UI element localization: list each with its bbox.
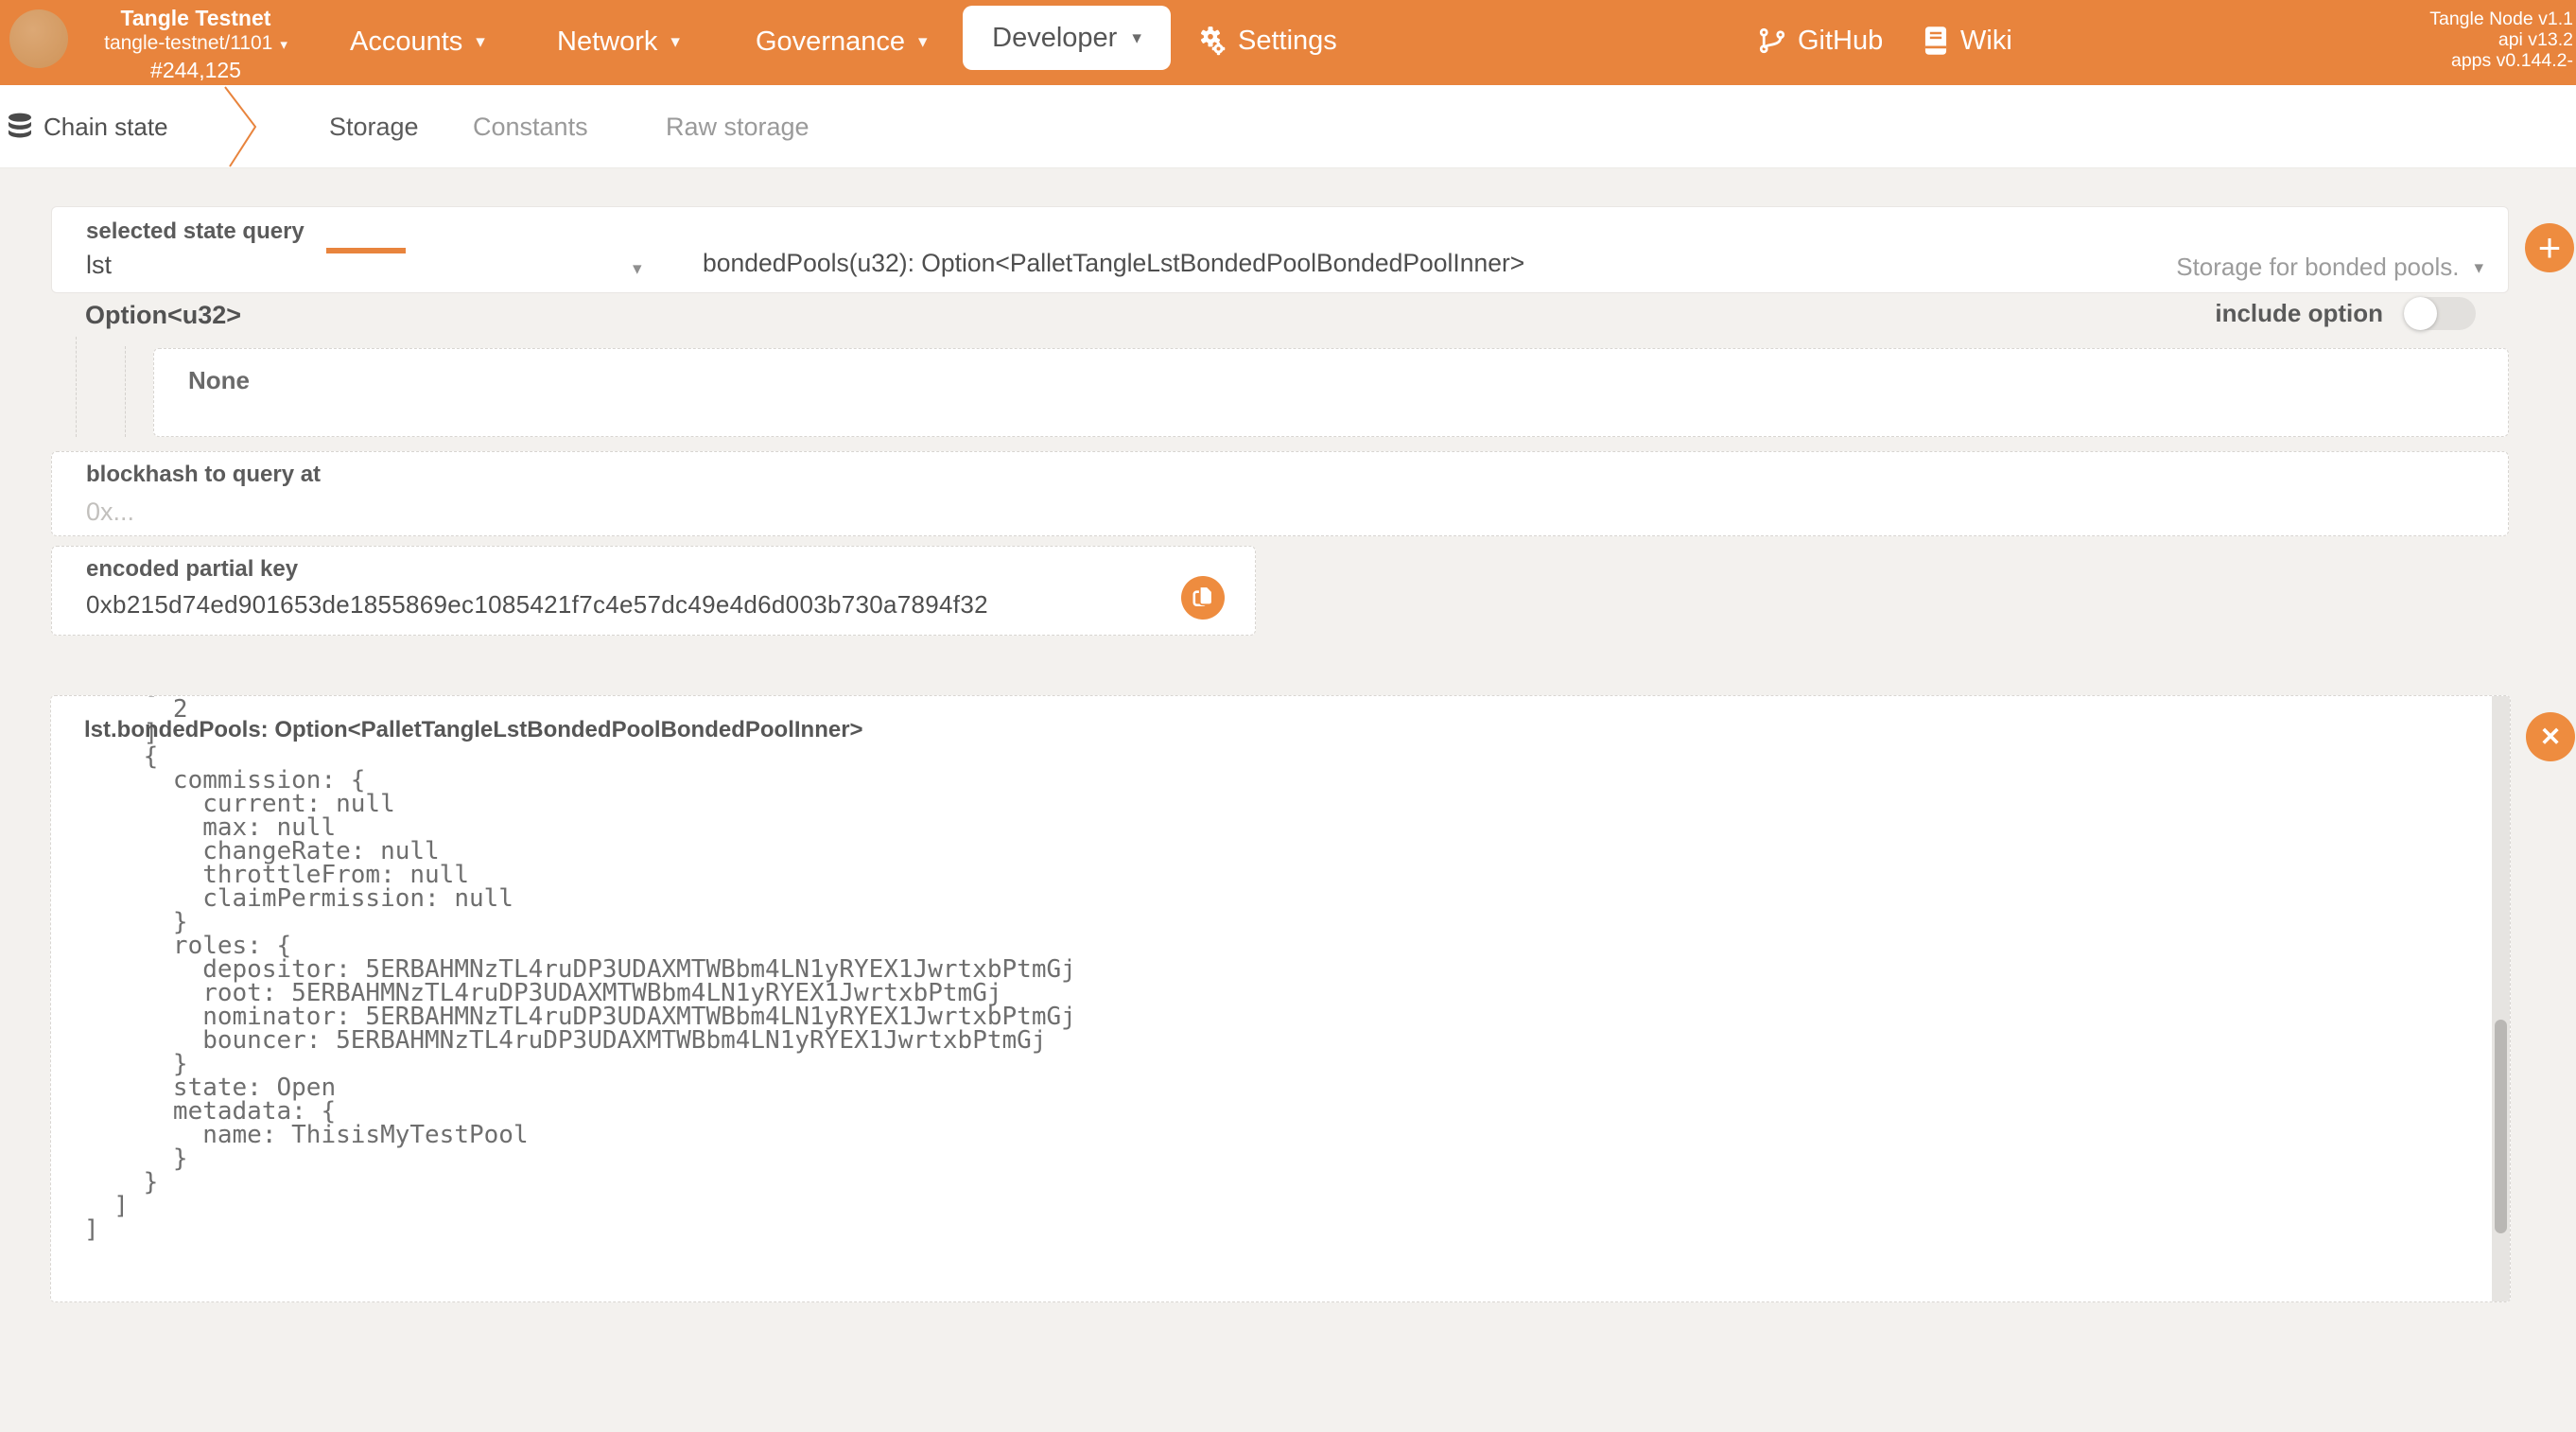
chevron-down-icon: [670, 31, 680, 52]
page-title: Chain state: [44, 85, 168, 168]
github-label: GitHub: [1798, 26, 1883, 57]
nav-developer-active[interactable]: Developer: [963, 6, 1171, 70]
chevron-down-icon: [280, 36, 287, 53]
pallet-select[interactable]: lst: [86, 251, 672, 285]
blockhash-input[interactable]: [86, 494, 2474, 530]
active-tab-underline: [326, 248, 406, 253]
scrollbar-thumb[interactable]: [2495, 1020, 2507, 1233]
apps-version: apps v0.144.2-: [2429, 50, 2573, 71]
method-hint-dropdown[interactable]: Storage for bonded pools.: [2176, 253, 2483, 282]
settings-label: Settings: [1238, 26, 1337, 57]
blockhash-label: blockhash to query at: [86, 462, 321, 488]
param-type-label: Option<u32>: [85, 301, 241, 330]
tab-raw-storage-label: Raw storage: [666, 113, 809, 142]
param-indent-line: [76, 337, 77, 437]
wiki-label: Wiki: [1960, 26, 2012, 57]
add-query-button[interactable]: +: [2525, 223, 2574, 272]
method-hint-text: Storage for bonded pools.: [2176, 253, 2459, 282]
network-name: Tangle Testnet: [91, 5, 301, 31]
query-result-output: [ [ [ 2 ] { commission: { current: null …: [50, 695, 2511, 1302]
param-value-label: None: [188, 366, 250, 395]
chevron-down-icon: [476, 31, 485, 52]
page-header: Chain state Storage Constants Raw storag…: [0, 85, 2576, 168]
result-json: [ [ [ 2 ] { commission: { current: null …: [84, 695, 1076, 1242]
breadcrumb-chevron-icon: [219, 85, 263, 173]
pallet-select-value: lst: [86, 251, 112, 279]
copy-button[interactable]: [1181, 576, 1225, 620]
network-avatar[interactable]: [9, 9, 68, 68]
nav-accounts-label: Accounts: [350, 26, 462, 58]
nav-developer-label: Developer: [992, 23, 1117, 54]
chevron-down-icon: [918, 31, 928, 52]
query-label: selected state query: [86, 218, 305, 245]
tab-storage[interactable]: Storage: [329, 85, 419, 168]
chevron-down-icon: [2474, 257, 2483, 278]
github-link[interactable]: GitHub: [1758, 22, 1883, 60]
book-icon: [1923, 26, 1949, 56]
gear-icon: [1194, 25, 1227, 57]
blockhash-field: blockhash to query at: [51, 451, 2509, 536]
encoded-key-label: encoded partial key: [86, 556, 298, 583]
nav-network[interactable]: Network: [557, 24, 680, 60]
param-value-input[interactable]: None: [153, 348, 2509, 437]
chevron-down-icon: [1132, 27, 1141, 48]
include-option-toggle[interactable]: [2404, 297, 2476, 330]
block-number: #244,125: [91, 57, 301, 83]
include-option-control: include option: [2215, 297, 2476, 330]
api-version: api v13.2: [2429, 29, 2573, 50]
nav-settings[interactable]: Settings: [1194, 22, 1337, 60]
chevron-down-icon: [633, 258, 642, 279]
encoded-key-value: 0xb215d74ed901653de1855869ec1085421f7c4e…: [86, 590, 988, 620]
result-label: lst.bondedPools: Option<PalletTangleLstB…: [84, 717, 863, 743]
include-option-label: include option: [2215, 299, 2383, 328]
toggle-knob: [2404, 297, 2437, 330]
version-info: Tangle Node v1.1 api v13.2 apps v0.144.2…: [2429, 9, 2573, 71]
nav-governance[interactable]: Governance: [756, 24, 928, 60]
tab-constants[interactable]: Constants: [473, 85, 588, 168]
network-selector[interactable]: Tangle Testnet tangle-testnet/1101 #244,…: [91, 5, 301, 83]
nav-network-label: Network: [557, 26, 657, 58]
wiki-link[interactable]: Wiki: [1923, 22, 2012, 60]
tab-raw-storage[interactable]: Raw storage: [666, 85, 809, 168]
database-icon: [5, 113, 35, 146]
tab-storage-label: Storage: [329, 113, 419, 142]
nav-governance-label: Governance: [756, 26, 905, 58]
nav-accounts[interactable]: Accounts: [350, 24, 485, 60]
git-branch-icon: [1758, 26, 1786, 56]
tab-constants-label: Constants: [473, 113, 588, 142]
encoded-key-field: encoded partial key 0xb215d74ed901653de1…: [51, 546, 1256, 636]
copy-icon: [1191, 584, 1215, 613]
top-bar: Tangle Testnet tangle-testnet/1101 #244,…: [0, 0, 2576, 85]
node-version: Tangle Node v1.1: [2429, 9, 2573, 29]
network-endpoint: tangle-testnet/1101: [91, 31, 301, 57]
state-query-card: selected state query lst bondedPools(u32…: [51, 206, 2509, 293]
close-result-button[interactable]: ✕: [2526, 712, 2575, 761]
method-select[interactable]: bondedPools(u32): Option<PalletTangleLst…: [703, 249, 2111, 285]
param-indent-line: [125, 346, 126, 437]
